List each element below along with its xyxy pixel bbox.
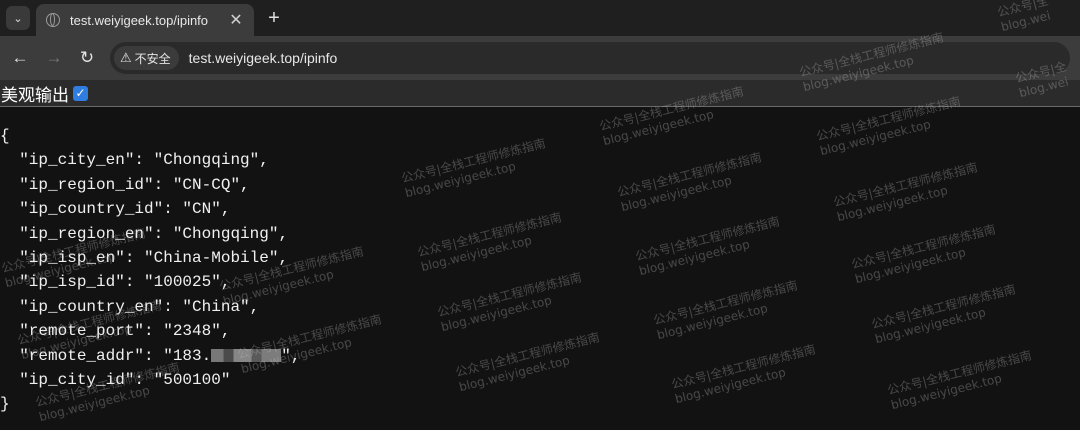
watermark: 公众号|全栈工程师修炼指南 blog.weiyigeek.top — [454, 330, 602, 395]
json-line: "ip_city_id": "500100" — [0, 370, 231, 389]
tab-strip: ⌄ test.weiyigeek.top/ipinfo ✕ + — [0, 0, 1080, 36]
json-line: "ip_city_en": "Chongqing", — [0, 151, 269, 170]
back-button[interactable]: ← — [6, 44, 34, 72]
watermark: 公众号|全栈工程师修炼指南 blog.weiyigeek.top — [416, 210, 564, 275]
pretty-output-checkbox[interactable]: ✓ — [73, 85, 88, 101]
close-icon[interactable]: ✕ — [226, 10, 246, 30]
reload-button[interactable]: ↻ — [73, 44, 101, 72]
json-line: "ip_isp_en": "China-Mobile", — [0, 248, 289, 267]
security-chip[interactable]: ⚠ 不安全 — [114, 46, 179, 70]
watermark: 公众号|全栈工程师修炼指南 blog.weiyigeek.top — [886, 348, 1034, 413]
forward-button[interactable]: → — [40, 44, 68, 72]
watermark: 公众号|全栈工程师修炼指南 blog.weiyigeek.top — [870, 282, 1018, 347]
json-line-remote-addr: "remote_addr": "183. ", — [0, 344, 300, 368]
watermark: 公众号|全栈工程师修炼指南 blog.weiyigeek.top — [400, 136, 548, 201]
watermark: 公众号|全栈工程师修炼指南 blog.weiyigeek.top — [616, 150, 764, 215]
tab-search-button[interactable]: ⌄ — [6, 6, 30, 30]
watermark: 公众号|全栈工程师修炼指南 blog.weiyigeek.top — [850, 222, 998, 287]
json-line-suffix: ", — [281, 346, 301, 365]
arrow-left-icon: ← — [11, 48, 29, 67]
json-line: } — [0, 395, 10, 414]
watermark: 公众号|全栈工程师修炼指南 blog.weiyigeek.top — [436, 270, 584, 335]
redaction-mask — [211, 348, 282, 362]
json-line: "ip_region_en": "Chongqing", — [0, 224, 289, 243]
new-tab-button[interactable]: + — [262, 6, 286, 30]
watermark: 公众号|全栈工程师修炼指南 blog.weiyigeek.top — [634, 214, 782, 279]
tab-title: test.weiyigeek.top/ipinfo — [70, 12, 209, 28]
watermark: 公众号|全栈工程师修炼指南 blog.weiyigeek.top — [652, 278, 800, 343]
json-line: "remote_port": "2348", — [0, 322, 231, 341]
pretty-output-label: 美观输出 — [1, 85, 69, 106]
globe-icon — [46, 13, 60, 27]
chevron-down-icon: ⌄ — [13, 12, 23, 25]
security-label: 不安全 — [134, 51, 171, 66]
watermark: 公众号|全栈工程师修炼指南 blog.weiyigeek.top — [832, 160, 980, 225]
warning-icon: ⚠ — [120, 50, 132, 65]
format-controls: 美观输出 ✓ — [0, 80, 1080, 107]
json-line: "ip_country_en": "China", — [0, 297, 260, 316]
reload-icon: ↻ — [79, 48, 95, 67]
arrow-right-icon: → — [45, 48, 63, 67]
tab-active[interactable]: test.weiyigeek.top/ipinfo ✕ — [36, 4, 254, 36]
json-line: "ip_region_id": "CN-CQ", — [0, 175, 250, 194]
json-line: "ip_country_id": "CN", — [0, 200, 231, 219]
plus-icon: + — [268, 6, 280, 29]
json-line: "ip_isp_id": "100025", — [0, 273, 231, 292]
url-text[interactable]: test.weiyigeek.top/ipinfo — [189, 50, 338, 66]
check-icon: ✓ — [75, 86, 86, 100]
json-line: { — [0, 127, 10, 145]
json-output: { "ip_city_en": "Chongqing", "ip_region_… — [0, 124, 300, 417]
browser-toolbar: ← → ↻ ⚠ 不安全 test.weiyigeek.top/ipinfo — [0, 36, 1080, 80]
address-bar[interactable]: ⚠ 不安全 test.weiyigeek.top/ipinfo — [110, 42, 1070, 74]
watermark: 公众号|全栈工程师修炼指南 blog.weiyigeek.top — [670, 342, 818, 407]
json-line-prefix: "remote_addr": "183. — [0, 346, 212, 365]
